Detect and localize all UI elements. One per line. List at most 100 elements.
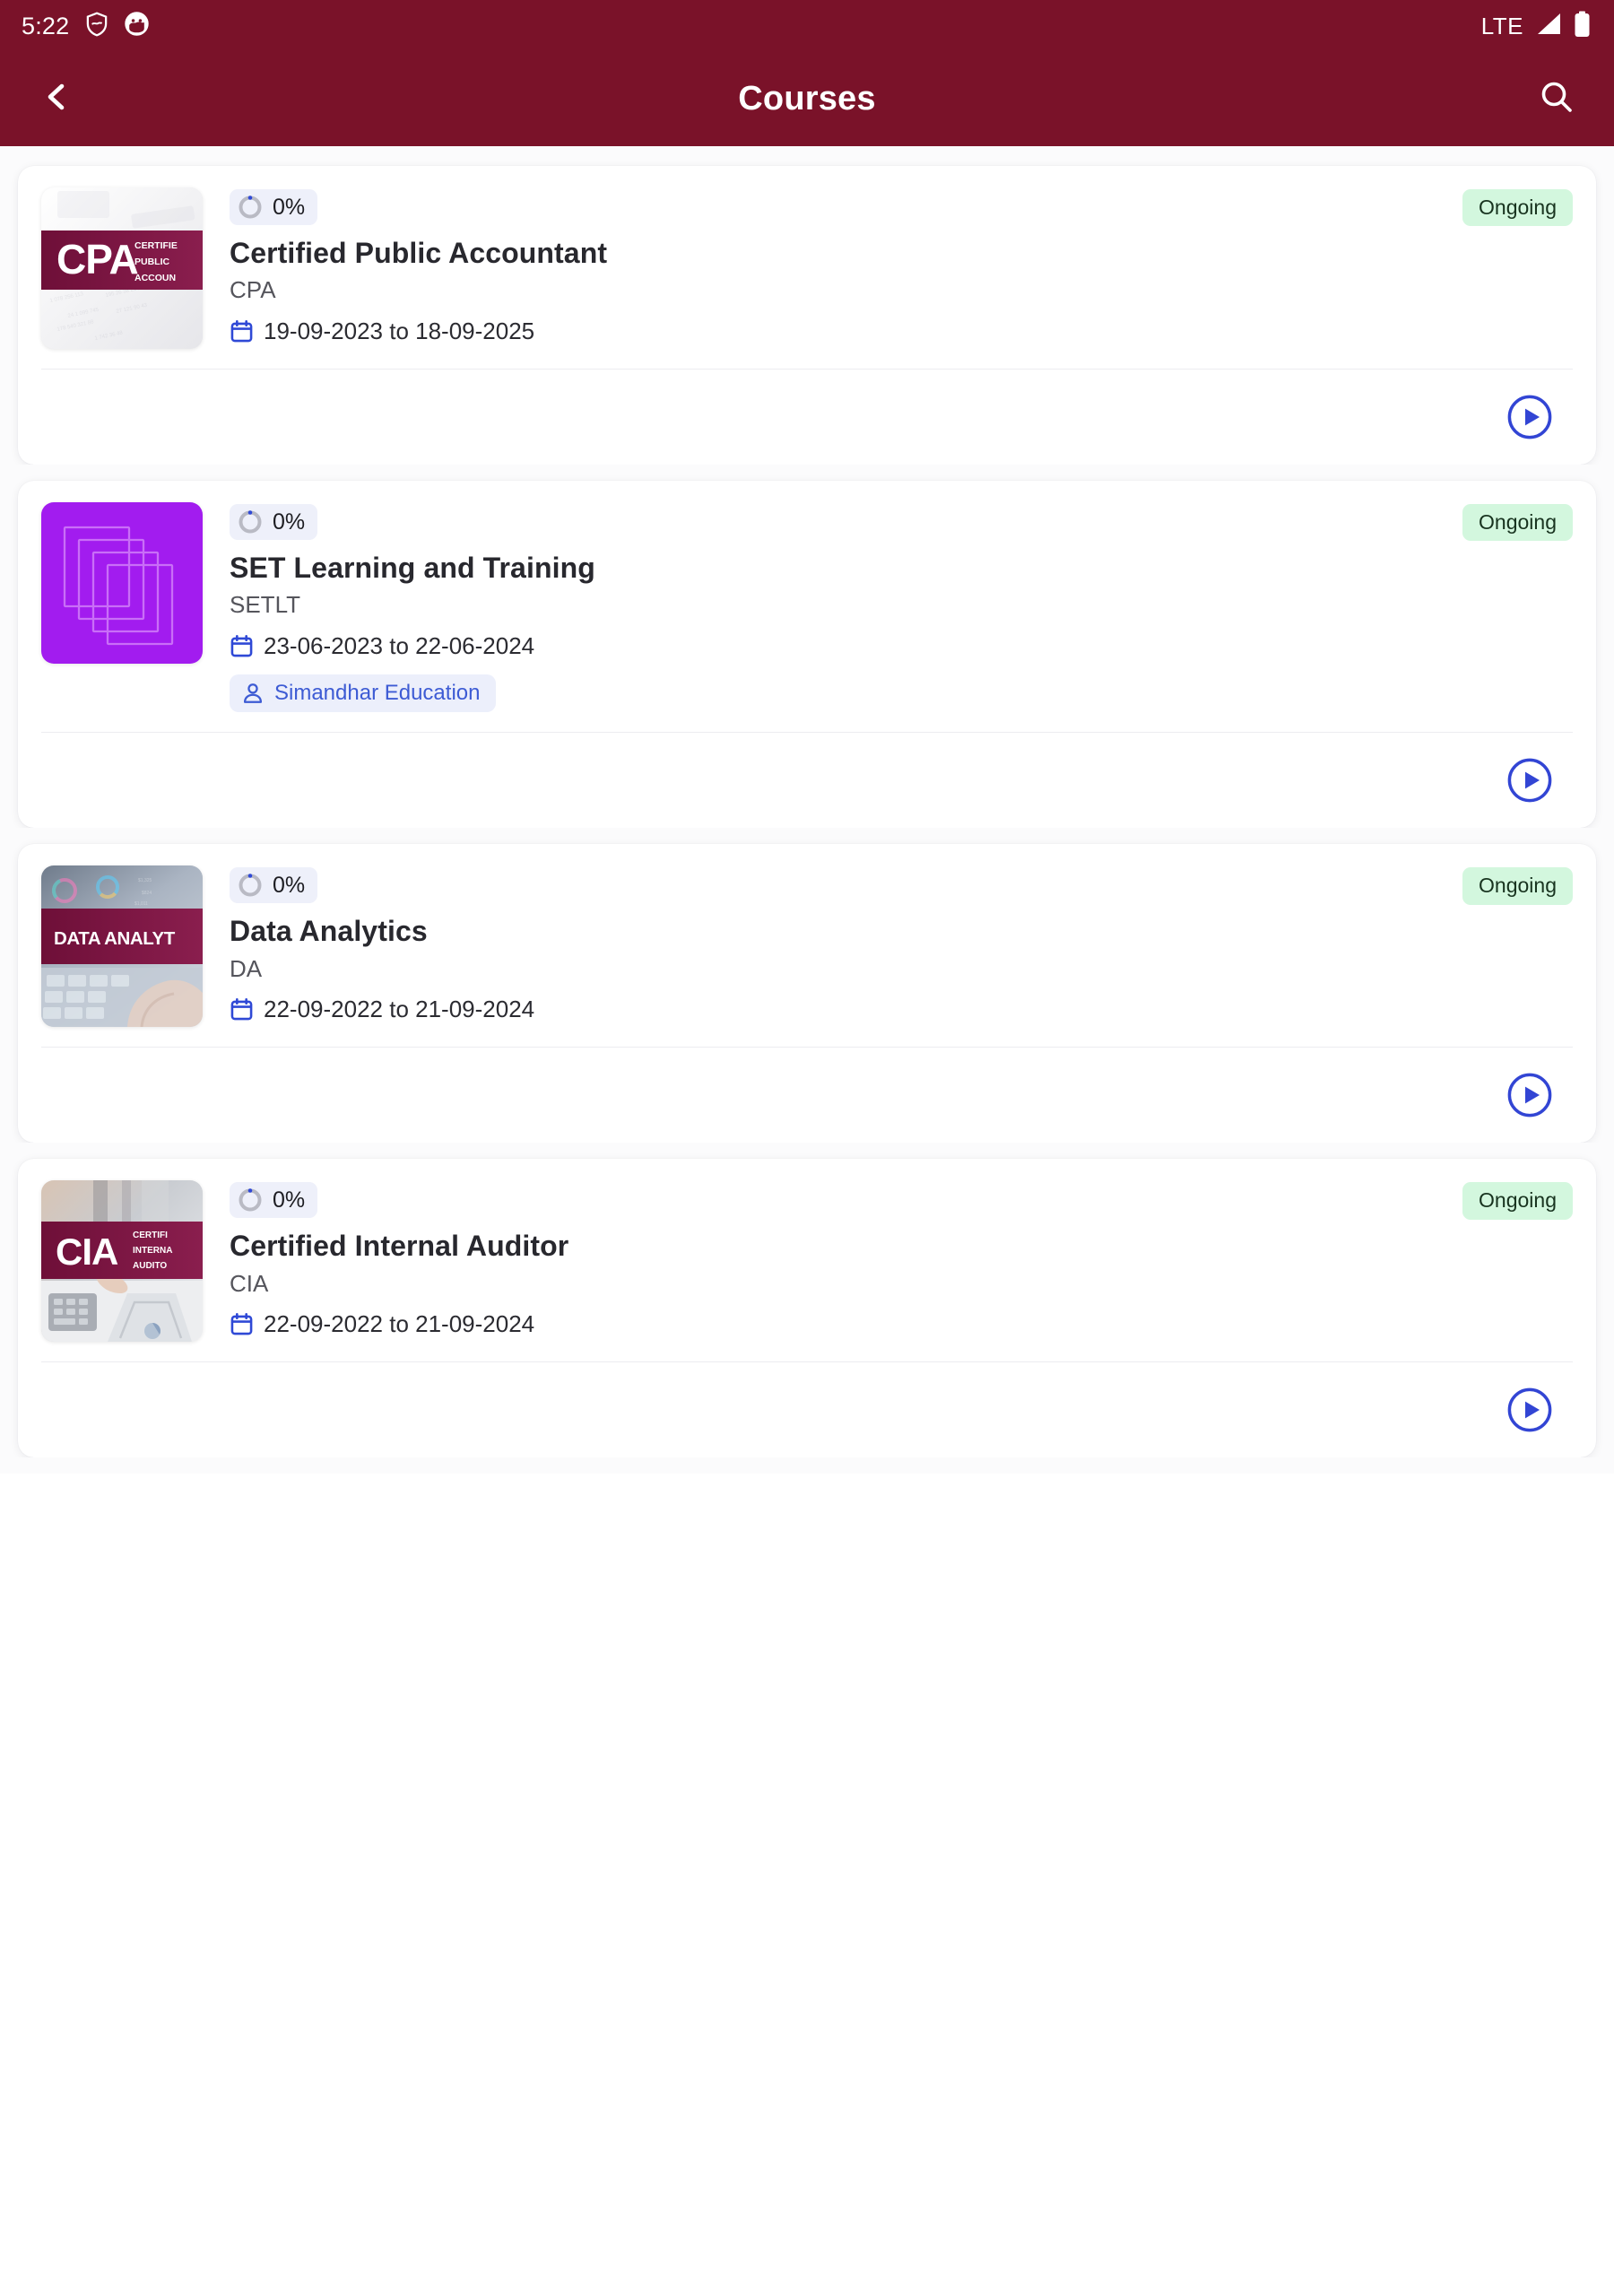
course-thumbnail: 1 078 256 113 24 1 099 745 178 540 321 8… — [41, 187, 203, 349]
status-badge: Ongoing — [1462, 504, 1573, 542]
course-card[interactable]: 1 078 256 113 24 1 099 745 178 540 321 8… — [18, 166, 1596, 465]
course-thumbnail: CIA CERTIFI INTERNA AUDITO — [41, 1180, 203, 1343]
course-card-wrapper: 0% SET Learning and Training SETLT 23-06… — [0, 465, 1614, 829]
battery-icon — [1574, 11, 1591, 42]
empty-area — [0, 1474, 1614, 2201]
svg-text:$824: $824 — [142, 891, 152, 896]
course-card[interactable]: 0% SET Learning and Training SETLT 23-06… — [18, 481, 1596, 829]
progress-indicator: 0% — [230, 867, 318, 904]
svg-text:ACCOUN: ACCOUN — [134, 273, 176, 283]
instructor-badge[interactable]: Simandhar Education — [230, 674, 497, 713]
course-card[interactable]: $1,325 $824 $1,011 DATA ANALYT 0% Data A… — [18, 844, 1596, 1144]
course-info: 0% Data Analytics DA 22-09-2022 to 21-09… — [203, 865, 1573, 1027]
progress-percent: 0% — [273, 509, 306, 535]
svg-text:CERTIFIE: CERTIFIE — [134, 240, 178, 251]
course-info: 0% Certified Internal Auditor CIA 22-09-… — [203, 1180, 1573, 1342]
course-list: 1 078 256 113 24 1 099 745 178 540 321 8… — [0, 146, 1614, 1474]
course-dates: 19-09-2023 to 18-09-2025 — [230, 317, 1573, 345]
app-bar: Courses — [0, 52, 1614, 146]
progress-ring-icon — [239, 510, 262, 534]
course-card[interactable]: CIA CERTIFI INTERNA AUDITO 0% Certified … — [18, 1159, 1596, 1458]
progress-percent: 0% — [273, 194, 306, 220]
course-card-footer — [18, 1048, 1596, 1143]
status-bar-right: LTE — [1481, 11, 1591, 42]
status-bar: 5:22 LTE — [0, 0, 1614, 52]
course-date-range: 23-06-2023 to 22-06-2024 — [264, 631, 535, 659]
course-code: SETLT — [230, 591, 300, 619]
progress-ring-icon — [239, 196, 262, 219]
svg-text:CERTIFI: CERTIFI — [133, 1231, 168, 1240]
face-circle-icon — [125, 12, 150, 40]
course-card-main: 0% SET Learning and Training SETLT 23-06… — [18, 481, 1596, 732]
course-title: Certified Public Accountant — [230, 237, 608, 269]
cia-thumbnail-image: CIA CERTIFI INTERNA AUDITO — [41, 1180, 203, 1343]
course-title: SET Learning and Training — [230, 552, 595, 584]
course-card-main: 1 078 256 113 24 1 099 745 178 540 321 8… — [18, 166, 1596, 369]
status-badge: Ongoing — [1462, 1182, 1573, 1220]
progress-percent: 0% — [273, 1187, 306, 1213]
status-bar-left: 5:22 — [22, 12, 150, 41]
svg-text:$1,325: $1,325 — [138, 878, 152, 883]
course-info: 0% SET Learning and Training SETLT 23-06… — [203, 502, 1573, 713]
svg-text:DATA ANALYT: DATA ANALYT — [54, 928, 176, 949]
data-analytics-thumbnail-image: $1,325 $824 $1,011 DATA ANALYT — [41, 865, 203, 1028]
course-card-wrapper: 1 078 256 113 24 1 099 745 178 540 321 8… — [0, 146, 1614, 465]
course-card-footer — [18, 733, 1596, 828]
course-code: CPA — [230, 276, 276, 304]
course-dates: 22-09-2022 to 21-09-2024 — [230, 1310, 1573, 1338]
svg-text:CIA: CIA — [56, 1231, 118, 1273]
course-code: DA — [230, 954, 263, 982]
page-body: 1 078 256 113 24 1 099 745 178 540 321 8… — [0, 146, 1614, 2201]
signal-bars-icon — [1535, 12, 1562, 40]
calendar-icon — [230, 997, 253, 1021]
calendar-icon — [230, 634, 253, 657]
list-bottom-spacer — [0, 1457, 1614, 1474]
status-badge: Ongoing — [1462, 189, 1573, 227]
svg-text:CPA: CPA — [56, 236, 138, 283]
course-card-wrapper: $1,325 $824 $1,011 DATA ANALYT 0% Data A… — [0, 828, 1614, 1144]
cpa-thumbnail-image: 1 078 256 113 24 1 099 745 178 540 321 8… — [41, 187, 203, 349]
page-title: Courses — [738, 80, 876, 117]
chevron-left-icon — [39, 79, 75, 119]
calendar-icon — [230, 319, 253, 342]
course-card-footer — [18, 1362, 1596, 1457]
back-button[interactable] — [30, 73, 84, 126]
course-date-range: 22-09-2022 to 21-09-2024 — [264, 1309, 535, 1337]
progress-ring-icon — [239, 1188, 262, 1212]
svg-text:INTERNA: INTERNA — [133, 1246, 172, 1256]
calendar-icon — [230, 1312, 253, 1335]
course-date-range: 22-09-2022 to 21-09-2024 — [264, 995, 535, 1022]
svg-text:PUBLIC: PUBLIC — [134, 257, 170, 267]
play-circle-icon[interactable] — [1506, 757, 1553, 804]
course-title: Certified Internal Auditor — [230, 1230, 569, 1263]
progress-ring-icon — [239, 874, 262, 897]
course-card-footer — [18, 370, 1596, 465]
search-icon — [1538, 78, 1575, 120]
shield-icon — [85, 12, 108, 41]
play-circle-icon[interactable] — [1506, 1072, 1553, 1118]
course-dates: 23-06-2023 to 22-06-2024 — [230, 632, 1573, 660]
status-clock: 5:22 — [22, 12, 70, 39]
play-circle-icon[interactable] — [1506, 394, 1553, 440]
course-date-range: 19-09-2023 to 18-09-2025 — [264, 317, 535, 344]
course-card-main: CIA CERTIFI INTERNA AUDITO 0% Certified … — [18, 1159, 1596, 1361]
person-icon — [243, 683, 263, 703]
set-thumbnail-image — [41, 502, 203, 664]
course-card-main: $1,325 $824 $1,011 DATA ANALYT 0% Data A… — [18, 844, 1596, 1047]
search-button[interactable] — [1530, 73, 1584, 126]
course-code: CIA — [230, 1269, 269, 1297]
course-dates: 22-09-2022 to 21-09-2024 — [230, 996, 1573, 1023]
instructor-name: Simandhar Education — [274, 680, 481, 705]
svg-text:AUDITO: AUDITO — [133, 1261, 167, 1271]
course-card-wrapper: CIA CERTIFI INTERNA AUDITO 0% Certified … — [0, 1143, 1614, 1458]
course-title: Data Analytics — [230, 915, 428, 948]
course-info: 0% Certified Public Accountant CPA 19-09… — [203, 187, 1573, 349]
svg-text:$1,011: $1,011 — [134, 901, 148, 907]
course-thumbnail — [41, 502, 203, 664]
course-thumbnail: $1,325 $824 $1,011 DATA ANALYT — [41, 865, 203, 1028]
play-circle-icon[interactable] — [1506, 1387, 1553, 1433]
progress-indicator: 0% — [230, 189, 318, 225]
progress-indicator: 0% — [230, 1182, 318, 1219]
status-badge: Ongoing — [1462, 867, 1573, 905]
progress-percent: 0% — [273, 872, 306, 898]
